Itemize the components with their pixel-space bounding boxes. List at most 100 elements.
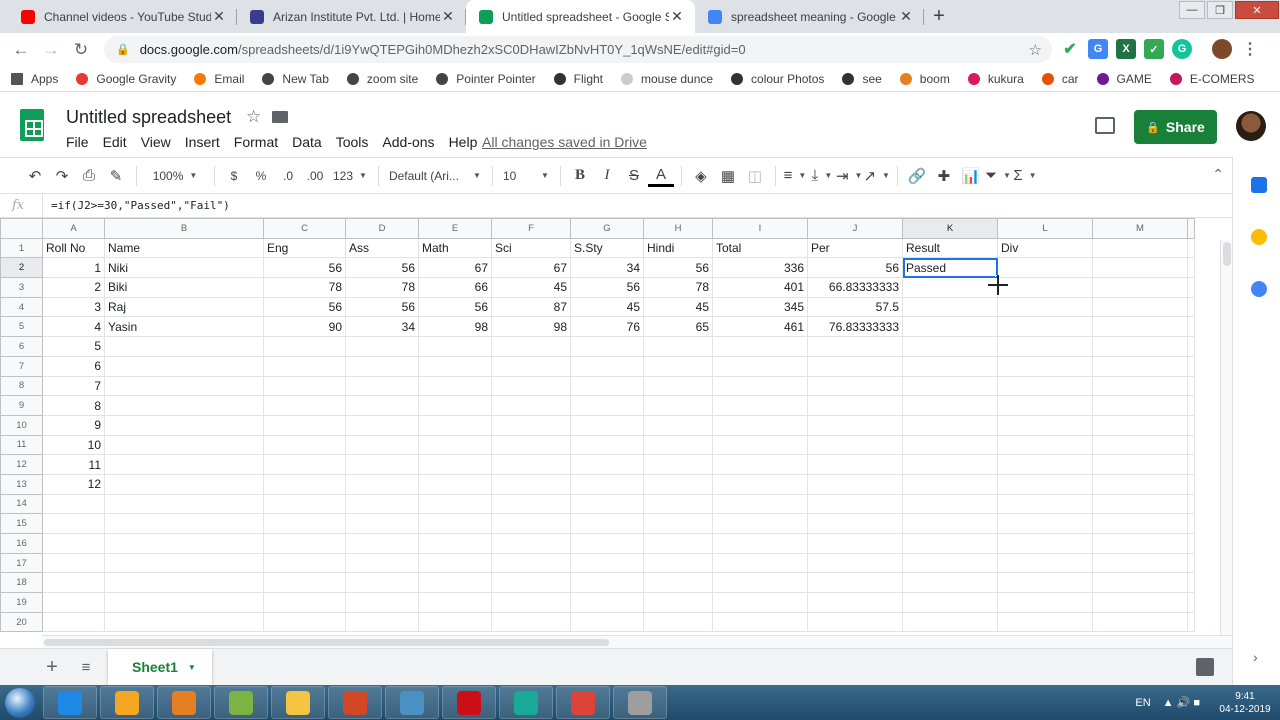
taskbar-app[interactable] — [157, 686, 211, 719]
percent-format-button[interactable]: % — [248, 164, 274, 188]
cell[interactable] — [1187, 355, 1195, 377]
bookmark-item[interactable]: Apps — [10, 72, 58, 86]
cell[interactable]: 12 — [42, 473, 105, 495]
cell[interactable] — [643, 375, 713, 397]
column-header[interactable]: E — [418, 218, 492, 239]
cell[interactable] — [1092, 257, 1188, 279]
cell[interactable] — [491, 375, 571, 397]
cell[interactable] — [263, 454, 346, 475]
cell[interactable]: Roll No — [42, 237, 105, 259]
cell[interactable]: 34 — [570, 257, 644, 279]
cell[interactable]: 336 — [712, 257, 808, 279]
cell[interactable] — [1187, 513, 1195, 534]
collapse-menu-icon[interactable]: ⌃ — [1212, 166, 1224, 183]
column-header[interactable]: H — [643, 218, 713, 239]
row-header[interactable]: 19 — [0, 592, 43, 613]
bookmark-item[interactable]: New Tab — [261, 72, 329, 86]
cell[interactable]: Raj — [104, 296, 264, 318]
cell[interactable] — [42, 611, 105, 633]
taskbar-app[interactable] — [271, 686, 325, 719]
cell[interactable] — [902, 513, 998, 534]
cell[interactable] — [1092, 316, 1188, 338]
cell[interactable] — [418, 375, 492, 397]
cell[interactable] — [104, 375, 264, 397]
filter-icon[interactable]: ⏷ ▼ — [985, 164, 1011, 188]
bookmark-item[interactable]: colour Photos — [730, 72, 824, 86]
cell[interactable] — [1187, 533, 1195, 554]
cell[interactable] — [345, 552, 419, 574]
start-button[interactable] — [0, 685, 40, 720]
increase-decimal-button[interactable]: .00 — [302, 164, 328, 188]
cell[interactable]: Total — [712, 237, 808, 259]
cell[interactable] — [807, 336, 903, 357]
sheet-tab[interactable]: Sheet1 ▼ — [108, 648, 212, 686]
profile-avatar-icon[interactable] — [1212, 39, 1232, 59]
cell[interactable] — [997, 611, 1093, 633]
cell[interactable] — [902, 454, 998, 475]
cell[interactable] — [104, 552, 264, 574]
cell[interactable]: 98 — [491, 316, 571, 338]
cell[interactable]: 9 — [42, 414, 105, 436]
cell[interactable] — [345, 375, 419, 397]
cell[interactable] — [807, 493, 903, 515]
horizontal-align-icon[interactable]: ≡ ▼ — [782, 164, 808, 188]
row-header[interactable]: 1 — [0, 237, 43, 259]
close-icon[interactable]: ✕ — [898, 8, 914, 25]
cell[interactable] — [491, 395, 571, 416]
cell[interactable] — [418, 473, 492, 495]
cell[interactable] — [712, 454, 808, 475]
cell[interactable] — [1187, 572, 1195, 594]
row-header[interactable]: 9 — [0, 395, 43, 416]
checkmark-extension-icon[interactable]: ✔ — [1060, 39, 1080, 59]
sheets-logo-icon[interactable] — [20, 109, 44, 141]
cell[interactable]: S.Sty — [570, 237, 644, 259]
taskbar-app[interactable] — [442, 686, 496, 719]
cell[interactable]: Biki — [104, 277, 264, 298]
cell[interactable] — [712, 533, 808, 554]
cell[interactable] — [263, 552, 346, 574]
cell[interactable]: 56 — [263, 296, 346, 318]
cell[interactable] — [997, 434, 1093, 456]
cell[interactable] — [1092, 296, 1188, 318]
cell[interactable]: 45 — [643, 296, 713, 318]
cell[interactable] — [263, 473, 346, 495]
cell[interactable] — [997, 572, 1093, 594]
cell[interactable] — [1187, 611, 1195, 633]
text-rotation-icon[interactable]: ↗ ▼ — [863, 164, 890, 188]
cell[interactable] — [807, 395, 903, 416]
cell[interactable] — [712, 434, 808, 456]
cell[interactable]: 7 — [42, 375, 105, 397]
font-size-select[interactable]: 10 ▼ — [499, 164, 553, 188]
cell[interactable] — [1187, 237, 1195, 259]
cell[interactable] — [902, 316, 998, 338]
cell[interactable] — [712, 552, 808, 574]
cell[interactable] — [712, 355, 808, 377]
column-header[interactable]: C — [263, 218, 346, 239]
cell[interactable] — [491, 513, 571, 534]
column-header[interactable]: J — [807, 218, 903, 239]
cell[interactable] — [807, 513, 903, 534]
row-header[interactable]: 14 — [0, 493, 43, 515]
cell[interactable] — [42, 493, 105, 515]
cell[interactable] — [997, 552, 1093, 574]
cell[interactable] — [345, 395, 419, 416]
cell[interactable]: 56 — [345, 296, 419, 318]
cell[interactable] — [263, 493, 346, 515]
browser-tab[interactable]: Arizan Institute Pvt. Ltd. | Home :: ✕ — [237, 0, 466, 33]
cell[interactable] — [807, 434, 903, 456]
cell[interactable] — [104, 611, 264, 633]
omnibox[interactable]: 🔒 docs.google.com/spreadsheets/d/1i9YwQT… — [104, 36, 1052, 63]
browser-tab[interactable]: Untitled spreadsheet - Google Sheets✕ — [466, 0, 695, 33]
cell[interactable] — [902, 493, 998, 515]
cell[interactable]: Per — [807, 237, 903, 259]
cell[interactable] — [570, 434, 644, 456]
cell[interactable] — [643, 533, 713, 554]
cell[interactable] — [902, 414, 998, 436]
zoom-select[interactable]: 100% ▼ — [143, 164, 207, 188]
cell[interactable]: 67 — [491, 257, 571, 279]
cell[interactable] — [345, 355, 419, 377]
cell[interactable] — [997, 592, 1093, 613]
clock[interactable]: 9:41 04-12-2019 — [1210, 690, 1280, 716]
horizontal-scrollbar[interactable] — [42, 635, 1232, 648]
cell[interactable] — [263, 592, 346, 613]
